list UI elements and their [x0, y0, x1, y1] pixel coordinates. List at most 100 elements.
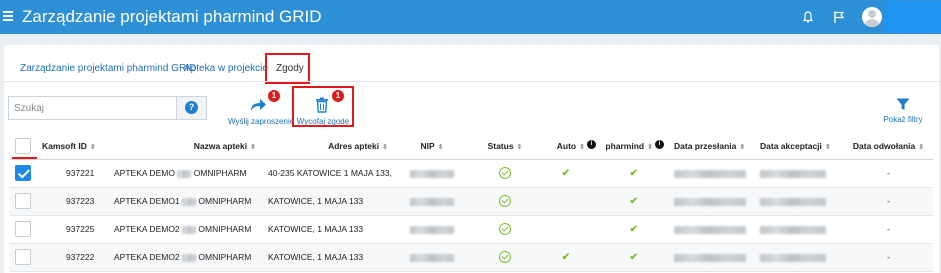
tab-divider	[4, 81, 939, 82]
auto-cell	[540, 215, 600, 244]
pharmacy-name-part2: OMNIPHARM	[193, 168, 247, 178]
pharmind-cell: ✔	[600, 159, 668, 188]
withdraw-consent-button[interactable]: 1 Wycofaj zgodę	[295, 90, 351, 126]
auto-cell	[540, 187, 600, 216]
kamsoft-id-cell: 937222	[36, 243, 102, 272]
withdrawn-date-cell: -	[844, 159, 933, 188]
table-row[interactable]: 937223 APTEKA DEMO1 OMNIPHARM KATOWICE, 1 …	[10, 187, 933, 216]
tab-pharmacy-in-project[interactable]: Apteka w projekcie	[184, 63, 268, 74]
hamburger-menu-icon[interactable]	[3, 9, 13, 23]
pharmacy-address-cell: KATOWICE, 1 MAJA 133	[262, 243, 394, 272]
row-checkbox[interactable]	[15, 221, 31, 237]
pharmind-check-icon: ✔	[629, 223, 638, 235]
select-all-cell	[10, 133, 36, 160]
sent-date-cell	[668, 159, 754, 188]
pharmacy-name-cell: APTEKA DEMO2 OMNIPHARM	[102, 243, 262, 272]
info-icon[interactable]: i	[655, 140, 664, 150]
redacted-text	[760, 253, 826, 262]
table-row[interactable]: 937225 APTEKA DEMO2 OMNIPHARM KATOWICE, 1 …	[10, 215, 933, 244]
trash-icon	[316, 97, 328, 113]
show-filters-label: Pokaż filtry	[883, 115, 923, 124]
sort-icon: ⬍	[516, 143, 523, 151]
redacted-text	[674, 225, 746, 234]
filter-icon	[896, 98, 910, 110]
pharmind-check-icon: ✔	[629, 195, 638, 207]
user-menu[interactable]	[886, 1, 941, 33]
column-header-pharmacy-address[interactable]: Adres apteki ⬍	[262, 133, 394, 160]
search-input[interactable]	[9, 97, 177, 119]
row-select-cell	[10, 215, 36, 244]
kamsoft-id-cell: 937225	[36, 215, 102, 244]
kamsoft-id-cell: 937221	[36, 159, 102, 188]
auto-check-icon: ✔	[561, 251, 570, 263]
sort-icon: ⬍	[250, 143, 256, 151]
row-select-cell	[10, 187, 36, 216]
withdrawn-date-cell: -	[844, 215, 933, 244]
pharmacy-name-part1: APTEKA DEMO2	[114, 224, 180, 234]
info-icon[interactable]: i	[587, 140, 596, 150]
column-header-pharmacy-name[interactable]: Nazwa apteki ⬍	[102, 133, 262, 160]
sort-icon: ⬍	[382, 143, 388, 151]
search-help-button[interactable]: ?	[176, 97, 206, 119]
send-invitation-button[interactable]: 1 Wyślij zaproszenie	[228, 90, 294, 126]
row-checkbox[interactable]	[15, 165, 31, 181]
withdrawn-date-cell: -	[844, 243, 933, 272]
help-icon: ?	[185, 101, 198, 114]
table-row[interactable]: 937221 APTEKA DEMO OMNIPHARM 40-235 KATOWI…	[10, 159, 933, 188]
column-header-kamsoft-id[interactable]: Kamsoft ID ⬍	[36, 133, 102, 160]
share-arrow-icon	[251, 99, 266, 111]
status-cell	[470, 159, 540, 188]
flag-icon[interactable]	[832, 10, 846, 24]
status-ok-icon	[499, 195, 511, 207]
redacted-text	[410, 197, 454, 206]
redacted-text	[760, 169, 826, 178]
pharmind-cell: ✔	[600, 215, 668, 244]
select-all-checkbox[interactable]	[15, 137, 31, 154]
withdraw-consent-label: Wycofaj zgodę	[296, 117, 350, 126]
sent-date-cell	[668, 215, 754, 244]
accepted-date-cell	[754, 215, 844, 244]
status-cell	[470, 215, 540, 244]
redacted-text	[674, 253, 746, 262]
column-header-status[interactable]: Status ⬍	[470, 133, 540, 160]
status-ok-icon	[499, 167, 511, 179]
show-filters-button[interactable]: Pokaż filtry	[880, 98, 926, 126]
redacted-text	[177, 169, 192, 178]
column-header-accepted-date[interactable]: Data akceptacji ⬍	[754, 133, 844, 160]
column-header-sent-date[interactable]: Data przesłania ⬍	[668, 133, 754, 160]
pharmacy-name-part2: OMNIPHARM	[198, 224, 252, 234]
redacted-text	[410, 169, 454, 178]
pharmind-check-icon: ✔	[629, 167, 638, 179]
pharmacy-name-cell: APTEKA DEMO OMNIPHARM	[102, 159, 262, 188]
status-cell	[470, 187, 540, 216]
column-header-auto[interactable]: Auto ⬍ i	[540, 133, 600, 160]
accepted-date-cell	[754, 187, 844, 216]
row-checkbox[interactable]	[15, 193, 31, 209]
accepted-date-cell	[754, 243, 844, 272]
pharmacy-name-cell: APTEKA DEMO1 OMNIPHARM	[102, 187, 262, 216]
nip-cell	[394, 215, 470, 244]
row-select-cell	[10, 243, 36, 272]
column-header-pharmind[interactable]: pharmind ⬍ i	[600, 133, 668, 160]
redacted-text	[410, 225, 454, 234]
nip-cell	[394, 159, 470, 188]
column-header-nip[interactable]: NIP ⬍	[394, 133, 470, 160]
pharmacy-name-part1: APTEKA DEMO1	[114, 196, 180, 206]
column-header-withdrawn-date[interactable]: Data odwołania ⬍	[844, 133, 933, 160]
row-checkbox[interactable]	[15, 249, 31, 265]
accepted-date-cell	[754, 159, 844, 188]
auto-check-icon: ✔	[561, 167, 570, 179]
redacted-text	[182, 225, 197, 234]
withdrawn-date-cell: -	[844, 187, 933, 216]
app-title: Zarządzanie projektami pharmind GRID	[22, 7, 322, 26]
pharmind-cell: ✔	[600, 243, 668, 272]
tab-project-management[interactable]: Zarządzanie projektami pharmind GRID	[20, 63, 196, 74]
sent-date-cell	[668, 187, 754, 216]
pharmind-cell: ✔	[600, 187, 668, 216]
kamsoft-id-cell: 937223	[36, 187, 102, 216]
bell-icon[interactable]	[801, 10, 815, 24]
sort-icon: ⬍	[89, 143, 96, 151]
table-row[interactable]: 937222 APTEKA DEMO2 OMNIPHARM KATOWICE, 1 …	[10, 243, 933, 272]
avatar[interactable]	[862, 7, 882, 27]
redacted-text	[760, 225, 826, 234]
